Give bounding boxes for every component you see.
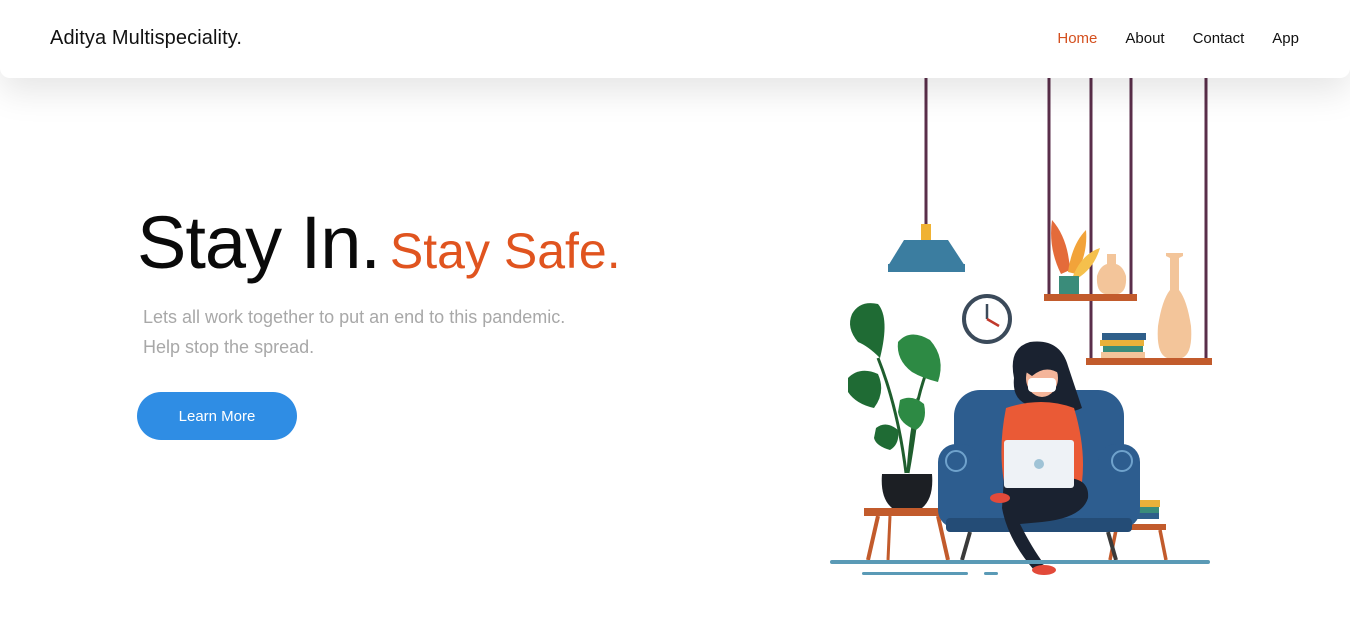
hero-title: Stay In. Stay Safe. [137, 200, 621, 285]
woman-figure [990, 341, 1089, 575]
nav-contact-link[interactable]: Contact [1193, 30, 1245, 47]
brand-logo[interactable]: Aditya Multispeciality. [50, 27, 242, 50]
floor-lines [830, 560, 1210, 575]
potted-plant [848, 303, 941, 508]
side-table-left [864, 508, 952, 561]
nav-home-link[interactable]: Home [1057, 30, 1097, 47]
hero-subtitle-line2: Help stop the spread. [143, 337, 315, 357]
wall-clock-icon [962, 294, 1012, 344]
hero-title-accent: Stay Safe. [389, 223, 621, 279]
top-navbar: Aditya Multispeciality. Home About Conta… [0, 0, 1350, 78]
nav-about-link[interactable]: About [1125, 30, 1164, 47]
learn-more-button[interactable]: Learn More [137, 392, 297, 440]
hero-title-primary: Stay In. [137, 201, 381, 284]
nav-app-link[interactable]: App [1272, 30, 1299, 47]
hero-subtitle-line1: Lets all work together to put an end to … [143, 307, 566, 327]
hanging-lamp [888, 78, 965, 272]
woman-with-laptop-illustration [830, 78, 1212, 575]
main-nav: Home About Contact App [1057, 30, 1299, 47]
